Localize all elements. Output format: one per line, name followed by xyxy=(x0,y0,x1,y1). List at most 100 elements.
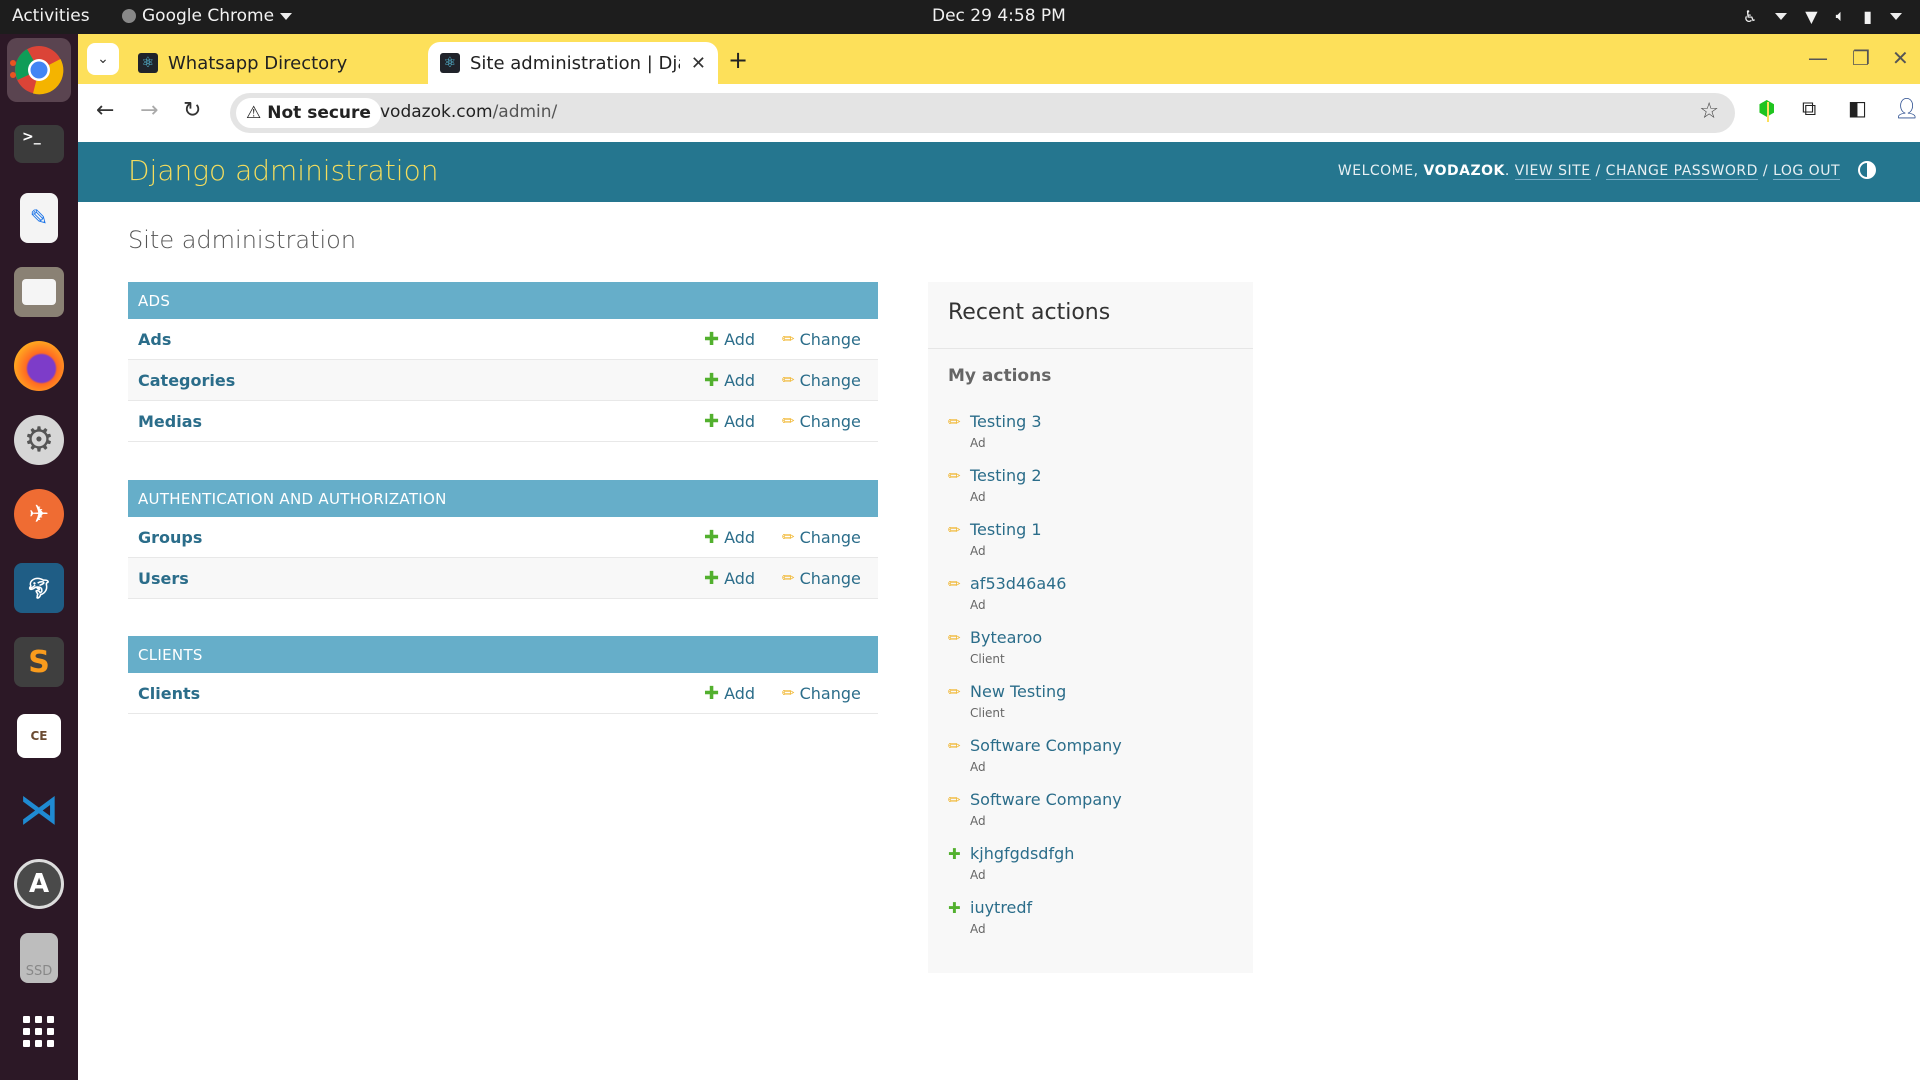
profile-avatar[interactable]: 👤︎ xyxy=(1894,96,1919,120)
app-menu-label: Google Chrome xyxy=(142,6,275,26)
security-label: Not secure xyxy=(267,103,371,123)
change-link[interactable]: ✏ Change xyxy=(782,330,861,349)
tab-title: Site administration | Django site admin xyxy=(470,52,680,74)
dock-settings[interactable]: ⚙ xyxy=(7,408,71,472)
dock-sublime-text[interactable]: S xyxy=(7,630,71,694)
recent-action-link[interactable]: New Testing xyxy=(970,682,1066,701)
change-link[interactable]: ✏ Change xyxy=(782,684,861,703)
terminal-icon: >_ xyxy=(14,125,64,163)
chevron-down-icon xyxy=(1775,12,1788,20)
back-button[interactable]: ← xyxy=(96,98,114,123)
recent-action-link[interactable]: kjhgfgdsdfgh xyxy=(970,844,1074,863)
recent-action-link[interactable]: Testing 3 xyxy=(970,412,1042,431)
recent-action-link[interactable]: Software Company xyxy=(970,736,1122,755)
battery-icon: ▮ xyxy=(1863,6,1872,26)
clock[interactable]: Dec 29 4:58 PM xyxy=(932,6,1066,26)
recent-action-item: ✏ Software Company Ad xyxy=(948,736,1248,786)
forward-button[interactable]: → xyxy=(140,98,158,123)
recent-action-type: Ad xyxy=(970,922,986,936)
change-link[interactable]: ✏ Change xyxy=(782,528,861,547)
recent-action-link[interactable]: Testing 2 xyxy=(970,466,1042,485)
change-label: Change xyxy=(799,370,861,390)
close-window-button[interactable]: ✕ xyxy=(1892,46,1909,70)
dock-files[interactable] xyxy=(7,260,71,324)
dock-text-editor[interactable]: ✎ xyxy=(7,186,71,250)
recent-action-type: Client xyxy=(970,652,1005,666)
module-auth: AUTHENTICATION AND AUTHORIZATION Groups … xyxy=(128,480,878,599)
model-link[interactable]: Clients xyxy=(138,684,200,703)
reload-button[interactable]: ↻ xyxy=(183,98,201,123)
dbeaver-icon: CE xyxy=(17,714,61,758)
tab-search-button[interactable]: ⌄ xyxy=(87,43,119,75)
model-link[interactable]: Groups xyxy=(138,528,202,547)
activities-button[interactable]: Activities xyxy=(12,6,90,26)
minimize-button[interactable]: — xyxy=(1808,46,1828,70)
dock-terminal[interactable]: >_ xyxy=(7,112,71,176)
extensions-puzzle-icon[interactable]: ⧉ xyxy=(1802,96,1816,120)
model-link[interactable]: Medias xyxy=(138,412,202,431)
site-branding[interactable]: Django administration xyxy=(128,154,438,187)
recent-action-item: ✏ Testing 3 Ad xyxy=(948,412,1248,462)
change-link[interactable]: ✏ Change xyxy=(782,569,861,588)
accessibility-icon[interactable]: ♿︎ xyxy=(1743,7,1757,26)
recent-action-type: Ad xyxy=(970,814,986,828)
module-caption[interactable]: ADS xyxy=(128,282,878,319)
recent-action-link[interactable]: iuytredf xyxy=(970,898,1032,917)
model-link[interactable]: Users xyxy=(138,569,189,588)
add-label: Add xyxy=(724,527,756,547)
dock-dbeaver[interactable]: CE xyxy=(7,704,71,768)
recent-action-link[interactable]: af53d46a46 xyxy=(970,574,1066,593)
add-link[interactable]: ✚ Add xyxy=(704,527,755,548)
add-link[interactable]: ✚ Add xyxy=(704,683,755,704)
restore-button[interactable]: ❐ xyxy=(1852,46,1870,70)
divider xyxy=(928,348,1253,349)
module-caption[interactable]: CLIENTS xyxy=(128,636,878,673)
dock-vscode[interactable]: ⋊ xyxy=(7,778,71,842)
url-text[interactable]: vodazok.com/admin/ xyxy=(380,102,557,122)
dock-postman[interactable]: ✈ xyxy=(7,482,71,546)
close-tab-icon[interactable]: ✕ xyxy=(691,53,706,74)
show-applications-button[interactable] xyxy=(7,1000,71,1064)
log-out-link[interactable]: LOG OUT xyxy=(1773,163,1840,180)
tab-site-administration[interactable]: ⚛ Site administration | Django site admi… xyxy=(428,42,718,84)
model-link[interactable]: Ads xyxy=(138,330,171,349)
address-bar[interactable]: ⚠ Not secure vodazok.com/admin/ ☆ xyxy=(230,93,1735,133)
dock-mysql-workbench[interactable]: 🐬︎ xyxy=(7,556,71,620)
view-site-link[interactable]: VIEW SITE xyxy=(1514,163,1591,180)
add-icon: ✚ xyxy=(948,899,961,917)
settings-icon: ⚙ xyxy=(14,415,64,465)
add-label: Add xyxy=(724,683,756,703)
side-panel-icon[interactable]: ◧ xyxy=(1848,96,1867,120)
recent-action-link[interactable]: Bytearoo xyxy=(970,628,1042,647)
dock-chrome[interactable] xyxy=(7,38,71,102)
module-caption[interactable]: AUTHENTICATION AND AUTHORIZATION xyxy=(128,480,878,517)
change-link[interactable]: ✏ Change xyxy=(782,371,861,390)
dock-software-updater[interactable]: A xyxy=(7,852,71,916)
model-row-medias: Medias ✚ Add ✏ Change xyxy=(128,401,878,442)
recent-action-link[interactable]: Testing 1 xyxy=(970,520,1042,539)
dock-ssd-drive[interactable]: SSD xyxy=(7,926,71,990)
add-link[interactable]: ✚ Add xyxy=(704,411,755,432)
new-tab-button[interactable]: + xyxy=(728,46,748,74)
add-link[interactable]: ✚ Add xyxy=(704,329,755,350)
add-link[interactable]: ✚ Add xyxy=(704,370,755,391)
add-link[interactable]: ✚ Add xyxy=(704,568,755,589)
change-label: Change xyxy=(799,411,861,431)
pencil-icon: ✏ xyxy=(948,791,961,809)
pencil-icon: ✏ xyxy=(782,412,795,430)
bookmark-star-icon[interactable]: ☆ xyxy=(1699,99,1719,124)
change-link[interactable]: ✏ Change xyxy=(782,412,861,431)
recent-action-item: ✏ New Testing Client xyxy=(948,682,1248,732)
theme-toggle-icon[interactable] xyxy=(1858,161,1876,179)
dock-firefox[interactable] xyxy=(7,334,71,398)
site-info-chip[interactable]: ⚠ Not secure xyxy=(236,98,381,128)
add-label: Add xyxy=(724,329,756,349)
recent-action-item: ✏ af53d46a46 Ad xyxy=(948,574,1248,624)
system-tray[interactable]: ♿︎ ▼ 🔈︎ ▮ xyxy=(1743,6,1902,26)
recent-action-item: ✏ Testing 2 Ad xyxy=(948,466,1248,516)
change-password-link[interactable]: CHANGE PASSWORD xyxy=(1605,163,1758,180)
app-menu[interactable]: Google Chrome xyxy=(122,6,293,26)
wifi-icon: ▼ xyxy=(1805,6,1818,26)
recent-action-link[interactable]: Software Company xyxy=(970,790,1122,809)
model-link[interactable]: Categories xyxy=(138,371,235,390)
